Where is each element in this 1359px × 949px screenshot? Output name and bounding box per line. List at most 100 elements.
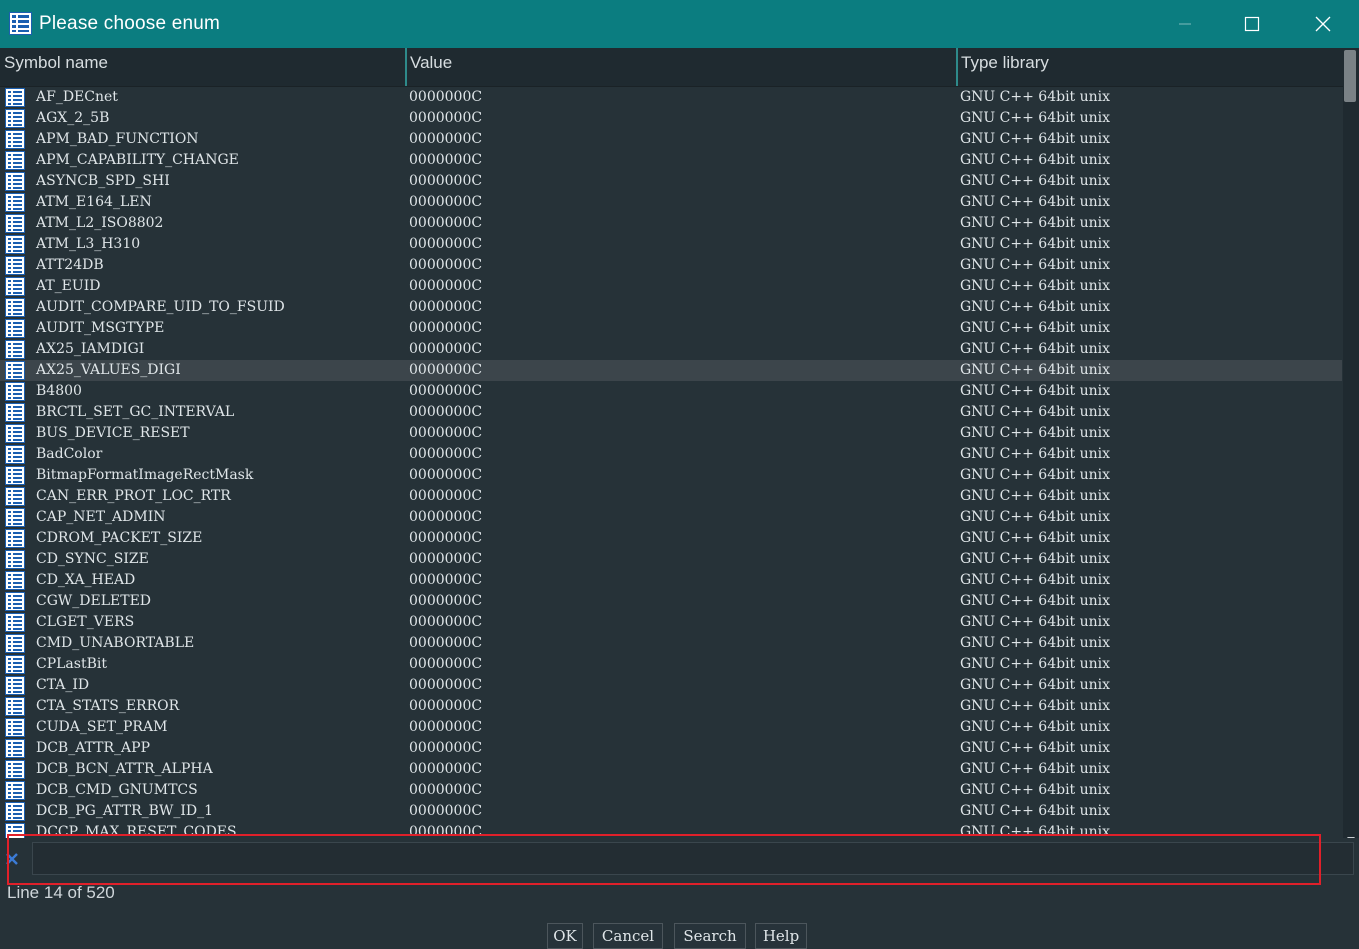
list-row[interactable]: CUDA_SET_PRAM 0000000C GNU C++ 64bit unix xyxy=(0,717,1342,738)
list-row[interactable]: CAP_NET_ADMIN 0000000C GNU C++ 64bit unix xyxy=(0,507,1342,528)
value-cell: 0000000C xyxy=(409,551,483,567)
list-row[interactable]: CLGET_VERS 0000000C GNU C++ 64bit unix xyxy=(0,612,1342,633)
type-library-cell: GNU C++ 64bit unix xyxy=(960,824,1111,838)
symbol-name-cell: DCCP_MAX_RESET_CODES xyxy=(36,824,237,838)
help-button[interactable]: Help xyxy=(755,923,807,949)
type-library-cell: GNU C++ 64bit unix xyxy=(960,131,1111,147)
enum-icon xyxy=(5,508,25,527)
list-row[interactable]: DCB_CMD_GNUMTCS 0000000C GNU C++ 64bit uni… xyxy=(0,780,1342,801)
symbol-name-cell: ASYNCB_SPD_SHI xyxy=(36,173,170,189)
list-row[interactable]: ASYNCB_SPD_SHI 0000000C GNU C++ 64bit unix xyxy=(0,171,1342,192)
enum-icon xyxy=(5,151,25,170)
value-cell: 0000000C xyxy=(409,719,483,735)
list-row[interactable]: AUDIT_COMPARE_UID_TO_FSUID 0000000C GNU C+… xyxy=(0,297,1342,318)
type-library-cell: GNU C++ 64bit unix xyxy=(960,509,1111,525)
symbol-name-cell: CTA_ID xyxy=(36,677,90,693)
symbol-name-cell: CUDA_SET_PRAM xyxy=(36,719,168,735)
enum-icon xyxy=(5,403,25,422)
filter-input[interactable] xyxy=(32,842,1354,875)
list-row[interactable]: DCB_PG_ATTR_BW_ID_1 0000000C GNU C++ 64bit… xyxy=(0,801,1342,822)
symbol-name-cell: B4800 xyxy=(36,383,82,399)
list-row[interactable]: BadColor 0000000C GNU C++ 64bit unix xyxy=(0,444,1342,465)
type-library-cell: GNU C++ 64bit unix xyxy=(960,635,1111,651)
enum-icon xyxy=(5,424,25,443)
enum-icon xyxy=(5,109,25,128)
value-cell: 0000000C xyxy=(409,572,483,588)
symbol-name-cell: ATM_E164_LEN xyxy=(36,194,152,210)
enum-icon xyxy=(5,298,25,317)
vertical-scrollbar[interactable] xyxy=(1343,48,1359,842)
minimize-icon xyxy=(1179,23,1191,25)
list-row[interactable]: AT_EUID 0000000C GNU C++ 64bit unix xyxy=(0,276,1342,297)
list-row[interactable]: CGW_DELETED 0000000C GNU C++ 64bit unix xyxy=(0,591,1342,612)
list-row[interactable]: CD_XA_HEAD 0000000C GNU C++ 64bit unix xyxy=(0,570,1342,591)
column-header-value[interactable]: Value xyxy=(405,48,956,86)
type-library-cell: GNU C++ 64bit unix xyxy=(960,236,1111,252)
list-row[interactable]: APM_BAD_FUNCTION 0000000C GNU C++ 64bit un… xyxy=(0,129,1342,150)
value-cell: 0000000C xyxy=(409,824,483,838)
list-row[interactable]: ATM_E164_LEN 0000000C GNU C++ 64bit unix xyxy=(0,192,1342,213)
symbol-name-cell: AUDIT_MSGTYPE xyxy=(36,320,165,336)
type-library-cell: GNU C++ 64bit unix xyxy=(960,572,1111,588)
list-row[interactable]: AX25_VALUES_DIGI 0000000C GNU C++ 64bit un… xyxy=(0,360,1342,381)
enum-list-icon xyxy=(9,12,32,35)
list-row[interactable]: BitmapFormatImageRectMask 0000000C GNU C++… xyxy=(0,465,1342,486)
enum-icon xyxy=(5,613,25,632)
scrollbar-thumb[interactable] xyxy=(1344,50,1356,102)
enum-icon xyxy=(5,235,25,254)
close-button[interactable] xyxy=(1288,0,1358,48)
list-row[interactable]: AF_DECnet 0000000C GNU C++ 64bit unix xyxy=(0,87,1342,108)
enum-icon xyxy=(5,88,25,107)
value-cell: 0000000C xyxy=(409,362,483,378)
column-header-symbol-name[interactable]: Symbol name xyxy=(0,48,405,86)
list-row[interactable]: ATM_L3_H310 0000000C GNU C++ 64bit unix xyxy=(0,234,1342,255)
enum-icon xyxy=(5,823,25,838)
symbol-name-cell: CDROM_PACKET_SIZE xyxy=(36,530,203,546)
list-row[interactable]: ATM_L2_ISO8802 0000000C GNU C++ 64bit unix xyxy=(0,213,1342,234)
symbol-name-cell: CTA_STATS_ERROR xyxy=(36,698,180,714)
list-row[interactable]: ATT24DB 0000000C GNU C++ 64bit unix xyxy=(0,255,1342,276)
list-row[interactable]: AGX_2_5B 0000000C GNU C++ 64bit unix xyxy=(0,108,1342,129)
list-row[interactable]: DCCP_MAX_RESET_CODES 0000000C GNU C++ 64bi… xyxy=(0,822,1342,838)
value-cell: 0000000C xyxy=(409,194,483,210)
clear-filter-icon[interactable] xyxy=(5,852,19,866)
list-row[interactable]: CAN_ERR_PROT_LOC_RTR 0000000C GNU C++ 64bi… xyxy=(0,486,1342,507)
symbol-name-cell: BadColor xyxy=(36,446,103,462)
type-library-cell: GNU C++ 64bit unix xyxy=(960,257,1111,273)
filter-bar xyxy=(0,838,1359,880)
list-row[interactable]: CDROM_PACKET_SIZE 0000000C GNU C++ 64bit u… xyxy=(0,528,1342,549)
search-button[interactable]: Search xyxy=(674,923,746,949)
list-row[interactable]: CPLastBit 0000000C GNU C++ 64bit unix xyxy=(0,654,1342,675)
list-row[interactable]: AUDIT_MSGTYPE 0000000C GNU C++ 64bit unix xyxy=(0,318,1342,339)
list-row[interactable]: CTA_ID 0000000C GNU C++ 64bit unix xyxy=(0,675,1342,696)
list-row[interactable]: BRCTL_SET_GC_INTERVAL 0000000C GNU C++ 64b… xyxy=(0,402,1342,423)
value-cell: 0000000C xyxy=(409,341,483,357)
list-row[interactable]: B4800 0000000C GNU C++ 64bit unix xyxy=(0,381,1342,402)
list-row[interactable]: DCB_ATTR_APP 0000000C GNU C++ 64bit unix xyxy=(0,738,1342,759)
symbol-name-cell: DCB_PG_ATTR_BW_ID_1 xyxy=(36,803,213,819)
list-row[interactable]: APM_CAPABILITY_CHANGE 0000000C GNU C++ 64b… xyxy=(0,150,1342,171)
ok-button[interactable]: OK xyxy=(547,923,583,949)
minimize-button[interactable] xyxy=(1150,0,1220,48)
symbol-name-cell: ATT24DB xyxy=(36,257,104,273)
enum-icon xyxy=(5,781,25,800)
type-library-cell: GNU C++ 64bit unix xyxy=(960,803,1111,819)
list-row[interactable]: BUS_DEVICE_RESET 0000000C GNU C++ 64bit un… xyxy=(0,423,1342,444)
list-row[interactable]: AX25_IAMDIGI 0000000C GNU C++ 64bit unix xyxy=(0,339,1342,360)
type-library-cell: GNU C++ 64bit unix xyxy=(960,530,1111,546)
enum-icon xyxy=(5,739,25,758)
list-row[interactable]: DCB_BCN_ATTR_ALPHA 0000000C GNU C++ 64bit … xyxy=(0,759,1342,780)
maximize-button[interactable] xyxy=(1217,0,1287,48)
symbol-name-cell: APM_CAPABILITY_CHANGE xyxy=(36,152,239,168)
value-cell: 0000000C xyxy=(409,320,483,336)
value-cell: 0000000C xyxy=(409,698,483,714)
cancel-button[interactable]: Cancel xyxy=(593,923,663,949)
type-library-cell: GNU C++ 64bit unix xyxy=(960,194,1111,210)
symbol-name-cell: BitmapFormatImageRectMask xyxy=(36,467,254,483)
list-row[interactable]: CD_SYNC_SIZE 0000000C GNU C++ 64bit unix xyxy=(0,549,1342,570)
list-row[interactable]: CTA_STATS_ERROR 0000000C GNU C++ 64bit uni… xyxy=(0,696,1342,717)
type-library-cell: GNU C++ 64bit unix xyxy=(960,593,1111,609)
column-header-type-library[interactable]: Type library xyxy=(956,48,1343,86)
enum-list[interactable]: AF_DECnet 0000000C GNU C++ 64bit unix AGX_2… xyxy=(0,87,1342,838)
list-row[interactable]: CMD_UNABORTABLE 0000000C GNU C++ 64bit uni… xyxy=(0,633,1342,654)
